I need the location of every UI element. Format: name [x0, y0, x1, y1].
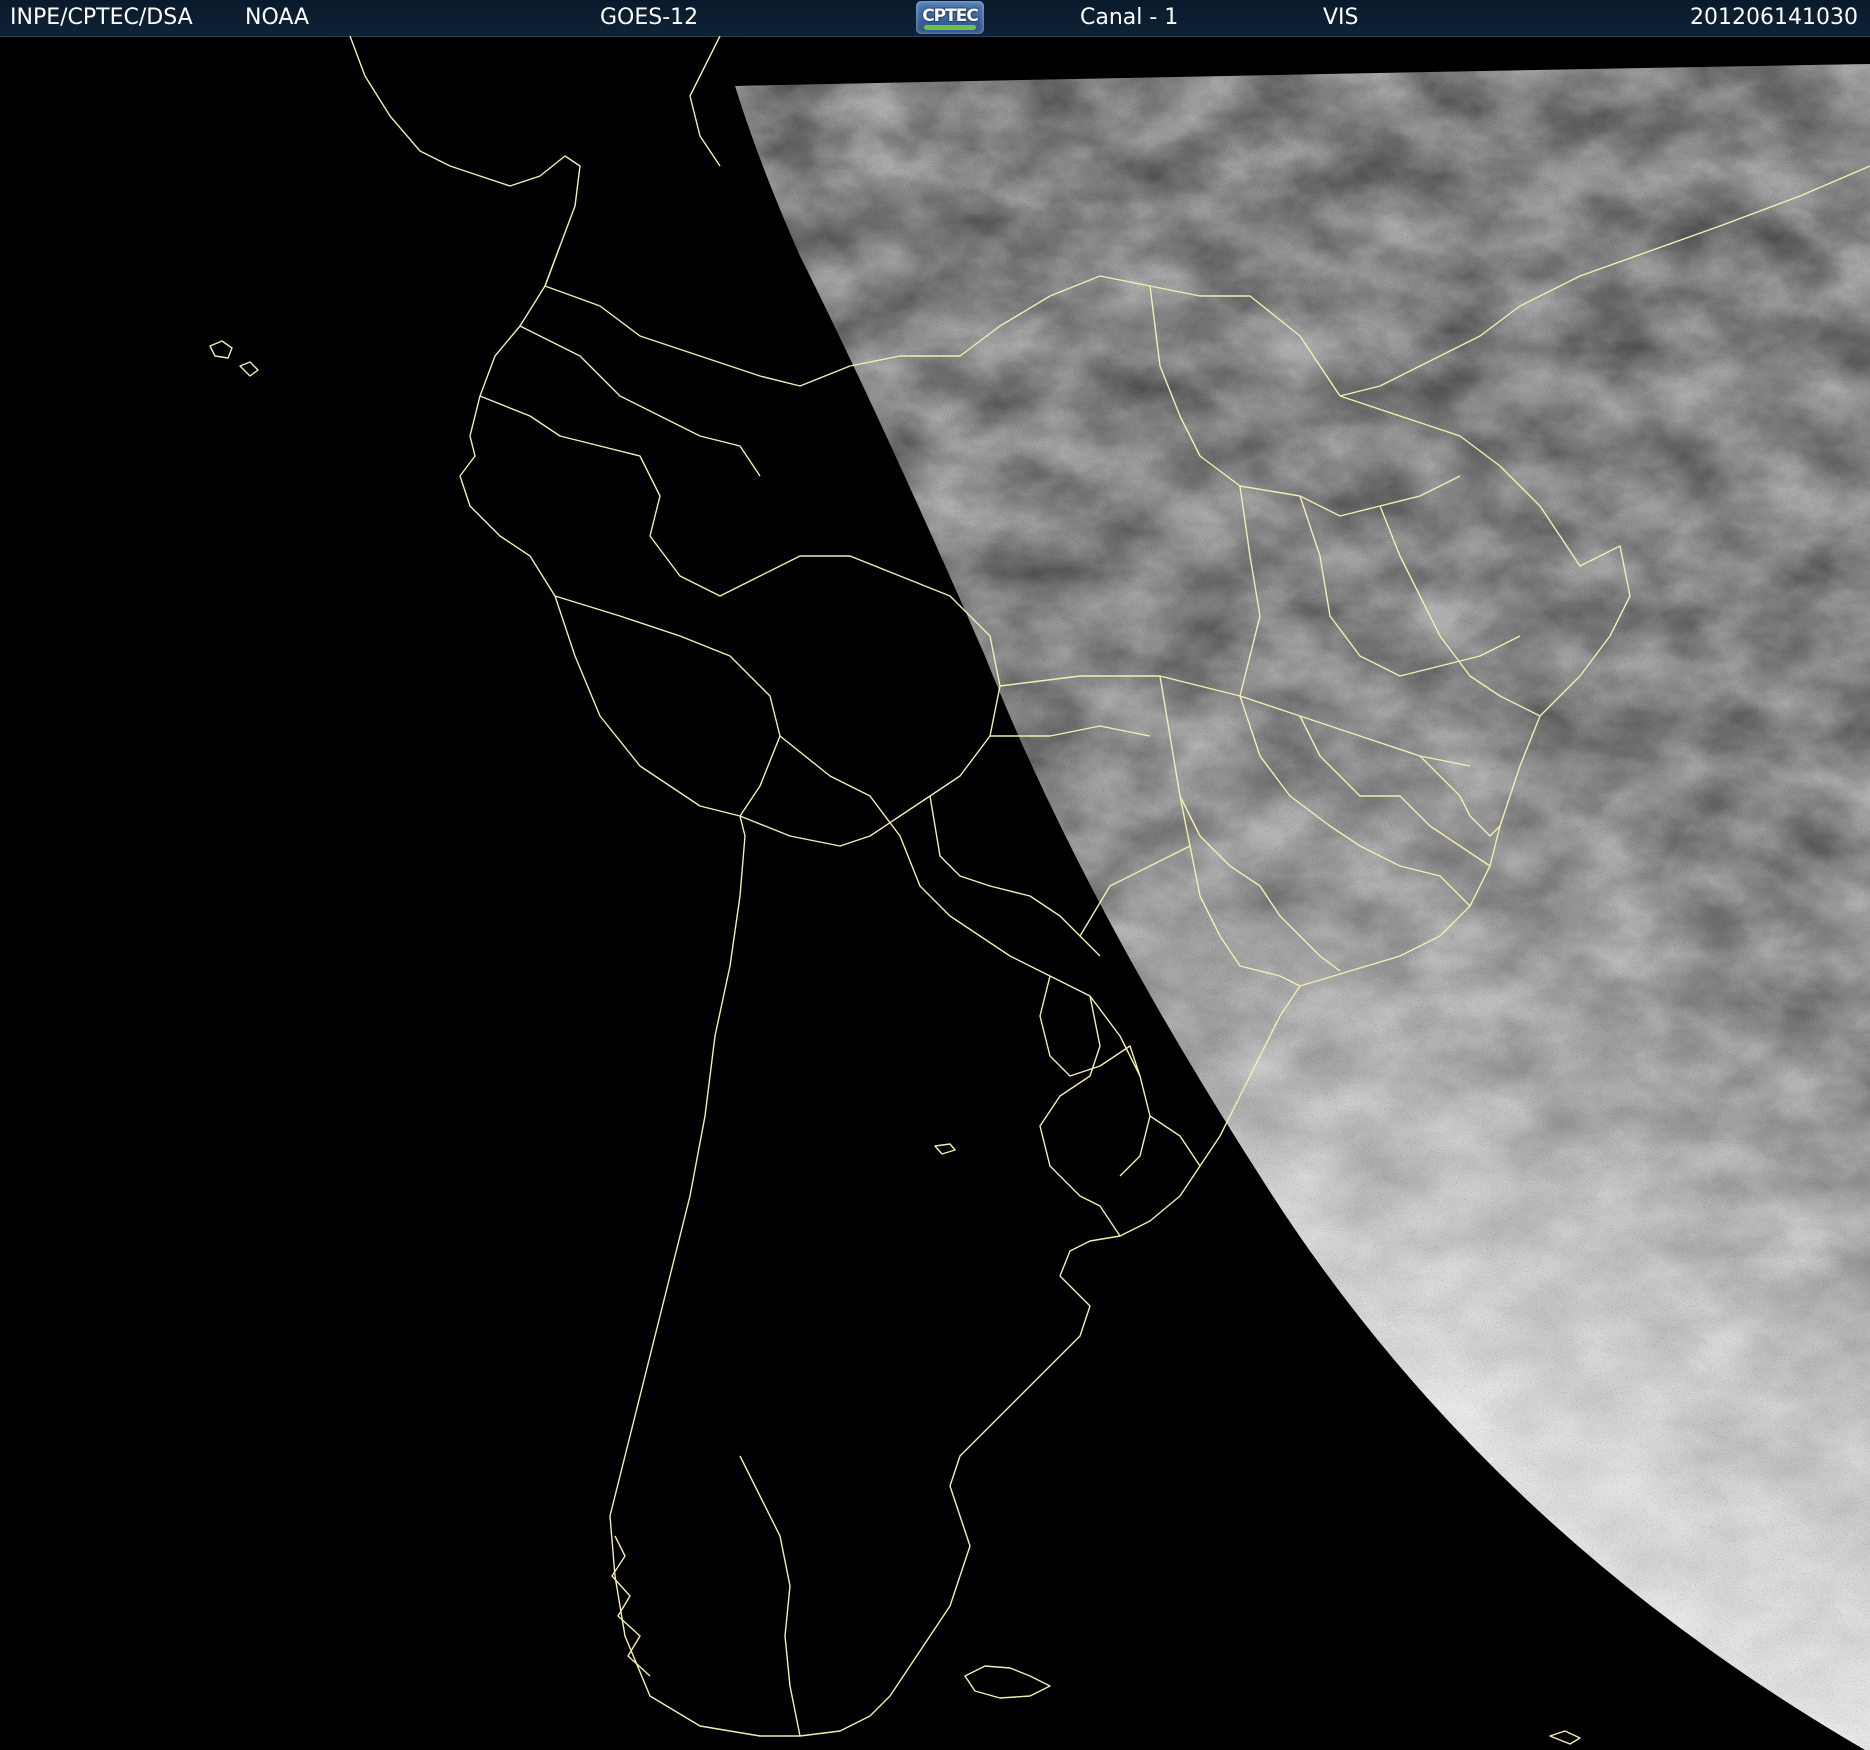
agency-label: NOAA	[245, 5, 310, 30]
sunlit-cloud-imagery	[735, 64, 1870, 1750]
image-header-bar: INPE/CPTEC/DSA NOAA GOES-12 CPTEC Canal …	[0, 0, 1870, 37]
satellite-image-map	[209, 36, 1870, 1750]
channel-label: Canal - 1	[1080, 5, 1179, 30]
timestamp-label: 201206141030	[1690, 5, 1858, 30]
band-label: VIS	[1323, 5, 1359, 30]
logo-text: CPTEC	[922, 6, 979, 26]
cptec-logo: CPTEC	[916, 1, 984, 34]
satellite-label: GOES-12	[600, 5, 699, 30]
organization-label: INPE/CPTEC/DSA	[10, 5, 193, 30]
logo-swoosh-icon	[924, 25, 976, 30]
